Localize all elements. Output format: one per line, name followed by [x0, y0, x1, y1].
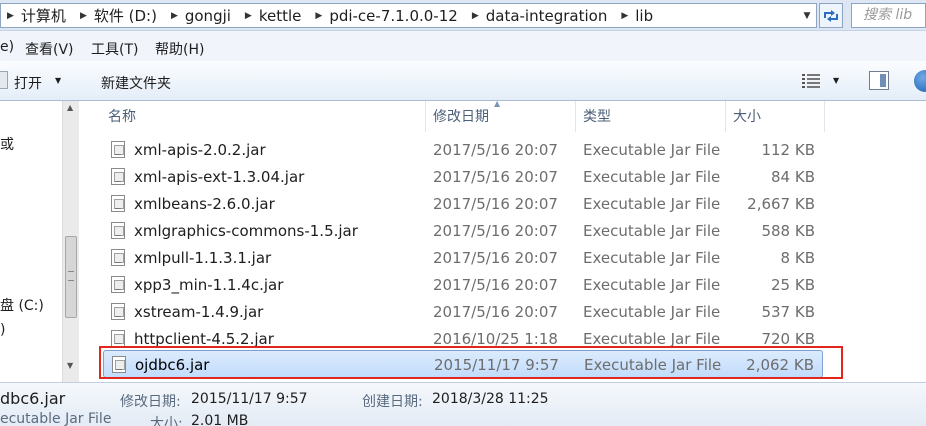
refresh-icon [824, 9, 838, 22]
file-row[interactable]: xmlgraphics-commons-1.5.jar 2017/5/16 20… [103, 217, 823, 244]
open-dropdown-icon[interactable]: ▼ [55, 76, 61, 85]
breadcrumb-separator-icon[interactable]: ▶ [171, 11, 178, 21]
menu-edit[interactable]: e) [0, 39, 14, 55]
jar-file-icon [111, 330, 125, 347]
details-filetype: ecutable Jar File [0, 411, 112, 426]
file-type: Executable Jar File [583, 168, 721, 186]
file-name: xmlgraphics-commons-1.5.jar [134, 222, 358, 240]
annotation-highlight-box [99, 346, 843, 379]
details-size-label: 大小: [150, 416, 183, 426]
jar-file-icon [111, 222, 125, 239]
file-type: Executable Jar File [583, 222, 721, 240]
file-row[interactable]: xml-apis-ext-1.3.04.jar 2017/5/16 20:07 … [103, 163, 823, 190]
pane-divider[interactable] [80, 101, 102, 382]
file-size: 25 KB [771, 276, 815, 294]
file-row[interactable]: xml-apis-2.0.2.jar 2017/5/16 20:07 Execu… [103, 136, 823, 163]
refresh-button[interactable] [819, 3, 843, 28]
breadcrumb-separator-icon[interactable]: ▶ [245, 11, 252, 21]
file-date: 2017/5/16 20:07 [433, 141, 558, 159]
file-date: 2017/5/16 20:07 [433, 222, 558, 240]
address-history-dropdown-icon[interactable]: ▼ [797, 3, 817, 28]
command-bar: 打开 ▼ 新建文件夹 [0, 61, 926, 101]
file-size: 112 KB [761, 141, 815, 159]
view-options-icon[interactable] [802, 73, 820, 89]
menu-view[interactable]: 查看(V) [25, 39, 74, 59]
breadcrumb-separator-icon[interactable]: ▶ [472, 11, 479, 21]
navigation-scrollbar[interactable]: ▲ ▼ [62, 101, 79, 382]
file-name: xpp3_min-1.1.4c.jar [134, 276, 284, 294]
file-name: xmlbeans-2.6.0.jar [134, 195, 275, 213]
column-header-date[interactable]: 修改日期 [426, 101, 576, 132]
nav-item-drive-d[interactable]: ) [0, 322, 5, 338]
file-size: 588 KB [761, 222, 815, 240]
details-filename: dbc6.jar [0, 389, 66, 408]
new-folder-button[interactable]: 新建文件夹 [101, 73, 171, 93]
breadcrumb-kettle[interactable]: kettle [259, 7, 302, 25]
breadcrumb-separator-icon[interactable]: ▶ [621, 11, 628, 21]
scroll-up-icon[interactable]: ▲ [67, 103, 73, 112]
file-type: Executable Jar File [583, 276, 721, 294]
file-size: 8 KB [780, 249, 815, 267]
details-created-value: 2018/3/28 11:25 [432, 391, 549, 407]
column-header-size[interactable]: 大小 [726, 101, 825, 132]
address-bar[interactable]: ▶ 计算机 ▶ 软件 (D:) ▶ gongji ▶ kettle ▶ pdi-… [0, 3, 817, 28]
file-date: 2017/5/16 20:07 [433, 195, 558, 213]
search-input[interactable]: 搜索 lib [851, 3, 926, 28]
address-bar-row: ▶ 计算机 ▶ 软件 (D:) ▶ gongji ▶ kettle ▶ pdi-… [0, 0, 926, 31]
jar-file-icon [111, 276, 125, 293]
details-modified-value: 2015/11/17 9:57 [191, 391, 308, 407]
breadcrumb-pdi[interactable]: pdi-ce-7.1.0.0-12 [329, 7, 458, 25]
jar-file-icon [111, 303, 125, 320]
breadcrumb-separator-icon[interactable]: ▶ [80, 11, 87, 21]
file-name: xstream-1.4.9.jar [134, 303, 264, 321]
jar-file-icon [111, 141, 125, 158]
breadcrumb-data-integration[interactable]: data-integration [486, 7, 608, 25]
file-name: xmlpull-1.1.3.1.jar [134, 249, 272, 267]
file-type: Executable Jar File [583, 141, 721, 159]
open-button[interactable]: 打开 [14, 73, 42, 93]
file-date: 2017/5/16 20:07 [433, 249, 558, 267]
menu-help[interactable]: 帮助(H) [155, 39, 204, 59]
details-modified-label: 修改日期: [120, 394, 181, 410]
preview-pane-icon[interactable] [869, 71, 889, 90]
breadcrumb-computer[interactable]: 计算机 [21, 5, 66, 26]
file-row[interactable]: xmlbeans-2.6.0.jar 2017/5/16 20:07 Execu… [103, 190, 823, 217]
file-type: Executable Jar File [583, 195, 721, 213]
file-size: 537 KB [761, 303, 815, 321]
breadcrumb-gongji[interactable]: gongji [185, 7, 231, 25]
jar-file-icon [111, 168, 125, 185]
file-size: 84 KB [771, 168, 815, 186]
menu-tools[interactable]: 工具(T) [91, 39, 138, 59]
file-date: 2017/5/16 20:07 [433, 276, 558, 294]
details-size-value: 2.01 MB [191, 413, 249, 426]
breadcrumb-separator-icon[interactable]: ▶ [315, 11, 322, 21]
file-row[interactable]: xmlpull-1.1.3.1.jar 2017/5/16 20:07 Exec… [103, 244, 823, 271]
column-header-type[interactable]: 类型 [576, 101, 726, 132]
file-row[interactable]: xstream-1.4.9.jar 2017/5/16 20:07 Execut… [103, 298, 823, 325]
breadcrumb-separator-icon[interactable]: ▶ [7, 11, 14, 21]
open-icon [0, 71, 8, 89]
nav-item-drive-c[interactable]: 盘 (C:) [0, 295, 44, 315]
file-type: Executable Jar File [583, 303, 721, 321]
details-pane: dbc6.jar ecutable Jar File 修改日期: 2015/11… [0, 382, 926, 426]
file-name: xml-apis-2.0.2.jar [134, 141, 266, 159]
column-header-name[interactable]: 名称 [101, 101, 426, 132]
view-dropdown-icon[interactable]: ▼ [833, 76, 839, 85]
scroll-down-icon[interactable]: ▼ [67, 361, 73, 370]
file-size: 2,667 KB [747, 195, 815, 213]
details-created-label: 创建日期: [362, 394, 423, 410]
breadcrumb-lib[interactable]: lib [635, 7, 653, 25]
menu-bar: e) 查看(V) 工具(T) 帮助(H) [0, 31, 926, 61]
jar-file-icon [111, 249, 125, 266]
breadcrumb-drive-d[interactable]: 软件 (D:) [94, 5, 157, 26]
file-date: 2017/5/16 20:07 [433, 303, 558, 321]
file-row[interactable]: xpp3_min-1.1.4c.jar 2017/5/16 20:07 Exec… [103, 271, 823, 298]
file-name: xml-apis-ext-1.3.04.jar [134, 168, 305, 186]
jar-file-icon [111, 195, 125, 212]
file-type: Executable Jar File [583, 249, 721, 267]
file-date: 2017/5/16 20:07 [433, 168, 558, 186]
nav-item-partial[interactable]: 或 [0, 134, 14, 154]
scrollbar-thumb[interactable] [65, 236, 77, 318]
